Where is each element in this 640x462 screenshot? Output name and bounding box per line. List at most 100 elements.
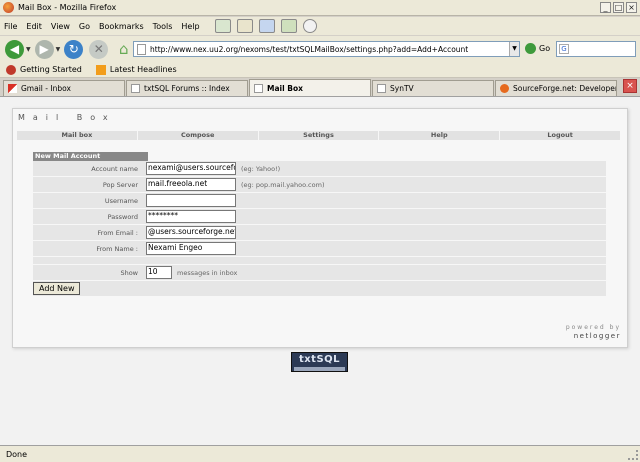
field-label: Username xyxy=(104,196,138,205)
username-input[interactable] xyxy=(146,194,236,207)
window-controls: _ □ × xyxy=(600,2,637,13)
page-icon xyxy=(131,84,140,93)
logo-text: txtSQL xyxy=(298,354,341,365)
tab-label: txtSQL Forums :: Index xyxy=(144,84,230,93)
close-window-button[interactable]: × xyxy=(626,2,637,13)
tab-label: SourceForge.net: Developer Pr... xyxy=(513,84,617,93)
field-label: Show xyxy=(120,268,138,277)
form-spacer xyxy=(33,257,606,265)
form-actions: Add New xyxy=(33,281,606,296)
tab-syntv[interactable]: SynTV xyxy=(372,80,494,96)
messages-count-input[interactable]: 10 xyxy=(146,266,172,279)
page-icon xyxy=(137,43,146,55)
mail-icon[interactable] xyxy=(236,19,253,33)
bookmark-latest-headlines[interactable]: Latest Headlines xyxy=(95,64,177,75)
menu-go[interactable]: Go xyxy=(79,22,90,31)
back-dropdown-icon[interactable]: ▼ xyxy=(26,46,31,53)
chat-icon[interactable] xyxy=(258,19,275,33)
menu-bookmarks[interactable]: Bookmarks xyxy=(99,22,144,31)
window-titlebar: Mail Box - Mozilla Firefox _ □ × xyxy=(0,0,640,16)
tab-sourceforge[interactable]: SourceForge.net: Developer Pr... xyxy=(495,80,617,96)
maximize-button[interactable]: □ xyxy=(613,2,624,13)
field-hint: (eg: Yahoo!) xyxy=(241,164,281,173)
google-search-icon: G xyxy=(559,44,569,54)
field-label: Account name xyxy=(91,164,138,173)
forward-arrow-icon[interactable]: ▶ xyxy=(34,39,54,59)
home-icon[interactable]: ⌂ xyxy=(114,40,133,59)
tab-txtsql-forums[interactable]: txtSQL Forums :: Index xyxy=(126,80,248,96)
field-hint: (eg: pop.mail.yahoo.com) xyxy=(241,180,325,189)
tab-gmail-inbox[interactable]: Gmail - Inbox xyxy=(3,80,125,96)
mailbox-nav: Mail box Compose Settings Help Logout xyxy=(17,131,621,140)
form-row-from-email: From Email : @users.sourceforge.net xyxy=(33,225,606,241)
from-email-input[interactable]: @users.sourceforge.net xyxy=(146,226,236,239)
rss-feed-icon xyxy=(95,64,106,75)
menu-help[interactable]: Help xyxy=(181,22,199,31)
clock-icon[interactable] xyxy=(302,19,317,33)
txtsql-logo[interactable]: txtSQL xyxy=(291,352,348,372)
forward-dropdown-icon[interactable]: ▼ xyxy=(56,46,61,53)
nav-help[interactable]: Help xyxy=(379,131,500,140)
tab-label: Mail Box xyxy=(267,83,303,93)
reload-icon[interactable]: ↻ xyxy=(64,39,84,59)
tab-mail-box[interactable]: Mail Box xyxy=(249,79,371,96)
calculator-icon[interactable] xyxy=(280,19,297,33)
form-header: New Mail Account xyxy=(33,152,148,161)
bookmark-label: Getting Started xyxy=(20,65,82,74)
go-arrow-icon xyxy=(525,43,536,54)
stop-icon[interactable]: ✕ xyxy=(89,39,109,59)
form-row-show: Show 10 messages in inbox xyxy=(33,265,606,281)
field-label: Pop Server xyxy=(102,180,138,189)
tab-bar: Gmail - Inbox txtSQL Forums :: Index Mai… xyxy=(0,78,640,96)
powered-by-brand[interactable]: netlogger xyxy=(566,332,621,340)
status-bar: Done xyxy=(0,445,640,462)
password-input[interactable]: ******** xyxy=(146,210,236,223)
close-tab-icon[interactable]: × xyxy=(623,79,637,93)
field-label: From Email : xyxy=(97,228,138,237)
add-new-button[interactable]: Add New xyxy=(33,282,81,295)
account-name-input[interactable]: nexami@users.sourcefo xyxy=(146,162,236,175)
form-row-from-name: From Name : Nexami Engeo xyxy=(33,241,606,257)
nav-compose[interactable]: Compose xyxy=(137,131,258,140)
back-arrow-icon[interactable]: ◀ xyxy=(5,39,24,59)
menu-edit[interactable]: Edit xyxy=(26,22,42,31)
mailbox-panel: Mail Box Mail box Compose Settings Help … xyxy=(12,108,628,348)
from-name-input[interactable]: Nexami Engeo xyxy=(146,242,236,255)
toolbar-extension-icons xyxy=(214,19,317,33)
extension-icon[interactable] xyxy=(214,19,231,33)
sourceforge-icon xyxy=(500,84,509,93)
window-title: Mail Box - Mozilla Firefox xyxy=(18,3,117,12)
menu-file[interactable]: File xyxy=(4,22,17,31)
resize-grip-icon[interactable] xyxy=(628,450,638,460)
bookmarks-toolbar: Getting Started Latest Headlines xyxy=(0,62,640,78)
status-text: Done xyxy=(6,449,28,459)
pop-server-input[interactable]: mail.freeola.net xyxy=(146,178,236,191)
nav-settings[interactable]: Settings xyxy=(258,131,379,140)
form-row-pop-server: Pop Server mail.freeola.net (eg: pop.mai… xyxy=(33,177,606,193)
address-bar[interactable]: http://www.nex.uu2.org/nexoms/test/txtSQ… xyxy=(133,41,520,57)
go-label: Go xyxy=(539,44,551,53)
go-button[interactable]: Go xyxy=(525,43,550,54)
form-row-account-name: Account name nexami@users.sourcefo (eg: … xyxy=(33,161,606,177)
bookmark-getting-started[interactable]: Getting Started xyxy=(6,64,82,75)
nav-logout[interactable]: Logout xyxy=(500,131,620,140)
firefox-logo-icon xyxy=(3,2,14,13)
nav-mail-box[interactable]: Mail box xyxy=(17,131,137,140)
field-label: Password xyxy=(107,212,138,221)
search-input[interactable]: G xyxy=(556,41,636,57)
tab-label: Gmail - Inbox xyxy=(21,84,71,93)
new-account-form: Account name nexami@users.sourcefo (eg: … xyxy=(33,161,606,296)
powered-by: powered by netlogger xyxy=(566,324,621,340)
menu-view[interactable]: View xyxy=(51,22,70,31)
tab-label: SynTV xyxy=(390,84,414,93)
powered-by-label: powered by xyxy=(565,324,621,331)
page-title: Mail Box xyxy=(18,113,116,122)
page-icon xyxy=(254,83,263,93)
menu-tools[interactable]: Tools xyxy=(153,22,173,31)
menu-bar: File Edit View Go Bookmarks Tools Help xyxy=(0,17,640,35)
navigation-toolbar: ◀ ▼ ▶ ▼ ↻ ✕ ⌂ http://www.nex.uu2.org/nex… xyxy=(0,36,640,62)
gmail-icon xyxy=(8,84,17,93)
url-text[interactable]: http://www.nex.uu2.org/nexoms/test/txtSQ… xyxy=(150,45,509,54)
minimize-button[interactable]: _ xyxy=(600,2,611,13)
url-dropdown-icon[interactable]: ▼ xyxy=(509,42,519,56)
